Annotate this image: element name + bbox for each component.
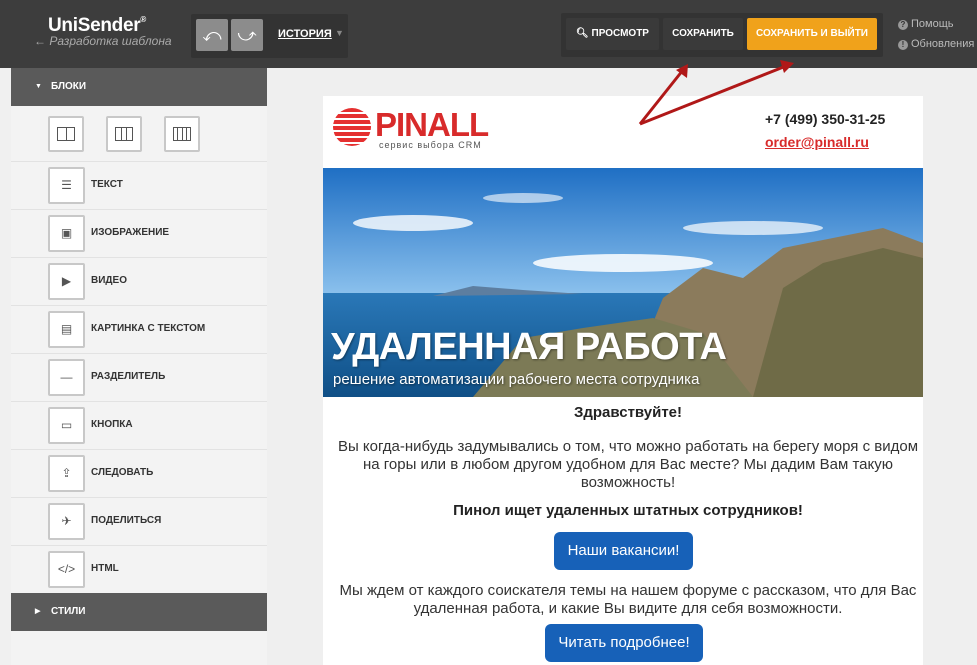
block-image[interactable]: ▣ ИЗОБРАЖЕНИЕ: [11, 210, 267, 258]
html-icon: </>: [48, 551, 85, 588]
block-label: HTML: [91, 563, 119, 574]
block-follow[interactable]: ⇪ СЛЕДОВАТЬ: [11, 450, 267, 498]
brand-tagline: сервис выбора CRM: [379, 140, 482, 150]
follow-icon: ⇪: [48, 455, 85, 492]
block-label: РАЗДЕЛИТЕЛЬ: [91, 371, 166, 382]
triangle-down-icon: ▼: [35, 83, 42, 90]
help-link[interactable]: ? Помощь: [898, 18, 954, 30]
brand-name: PINALL: [375, 106, 489, 143]
block-button[interactable]: ▭ КНОПКА: [11, 402, 267, 450]
layout-three-column[interactable]: [106, 116, 142, 152]
styles-section-header[interactable]: ▶ СТИЛИ: [11, 593, 267, 631]
vacancies-button[interactable]: Наши вакансии!: [554, 532, 693, 570]
greeting-text: Здравствуйте!: [573, 404, 683, 421]
divider-icon: —: [48, 359, 85, 396]
image-text-icon: ▤: [48, 311, 85, 348]
contact-phone: +7 (499) 350-31-25: [765, 111, 886, 127]
back-link[interactable]: ← Разработка шаблона: [34, 34, 172, 48]
forum-paragraph: Мы ждем от каждого соискателя темы на на…: [339, 582, 917, 617]
block-label: КНОПКА: [91, 419, 133, 430]
block-divider[interactable]: — РАЗДЕЛИТЕЛЬ: [11, 354, 267, 402]
layout-four-column[interactable]: [164, 116, 200, 152]
block-html[interactable]: </> HTML: [11, 546, 267, 594]
banner-title: УДАЛЕННАЯ РАБОТА: [331, 326, 727, 368]
history-group: ⤺ ⤻ ИСТОРИЯ ▼: [191, 14, 348, 58]
redo-arrow-icon: ⤻: [237, 25, 257, 45]
video-icon: ▶: [48, 263, 85, 300]
chevron-down-icon[interactable]: ▼: [335, 28, 344, 38]
block-label: ТЕКСТ: [91, 179, 123, 190]
headline-text: Пинол ищет удаленных штатных сотрудников…: [453, 502, 803, 519]
three-column-icon: [115, 127, 133, 141]
undo-arrow-icon: ⤺: [202, 25, 222, 45]
top-toolbar: UniSender® ← Разработка шаблона ⤺ ⤻ ИСТО…: [0, 0, 977, 68]
editor-canvas: PINALL сервис выбора CRM +7 (499) 350-31…: [267, 68, 977, 665]
block-label: ВИДЕО: [91, 275, 127, 286]
block-label: КАРТИНКА С ТЕКСТОМ: [91, 323, 206, 334]
triangle-right-icon: ▶: [35, 608, 41, 615]
share-icon: ✈: [48, 503, 85, 540]
blocks-sidebar: ▼ БЛОКИ ☰ ТЕКСТ ▣ ИЗОБРАЖЕНИЕ ▶ ВИДЕО ▤ К…: [11, 68, 267, 665]
block-label: СЛЕДОВАТЬ: [91, 467, 154, 478]
button-icon: ▭: [48, 407, 85, 444]
save-button[interactable]: СОХРАНИТЬ: [663, 18, 743, 50]
preview-button[interactable]: 🔍︎ ПРОСМОТР: [566, 18, 659, 50]
layout-two-column[interactable]: [48, 116, 84, 152]
block-share[interactable]: ✈ ПОДЕЛИТЬСЯ: [11, 498, 267, 546]
action-buttons: 🔍︎ ПРОСМОТР СОХРАНИТЬ СОХРАНИТЬ И ВЫЙТИ: [561, 13, 883, 57]
text-icon: ☰: [48, 167, 85, 204]
contact-email-link[interactable]: order@pinall.ru: [765, 134, 869, 150]
email-template: PINALL сервис выбора CRM +7 (499) 350-31…: [323, 96, 923, 665]
banner-subtitle: решение автоматизации рабочего места сот…: [333, 371, 700, 388]
four-column-icon: [173, 127, 191, 141]
block-text[interactable]: ☰ ТЕКСТ: [11, 162, 267, 210]
info-icon: !: [898, 40, 908, 50]
undo-button[interactable]: ⤺: [196, 19, 228, 51]
block-image-text[interactable]: ▤ КАРТИНКА С ТЕКСТОМ: [11, 306, 267, 354]
two-column-icon: [57, 127, 75, 141]
block-video[interactable]: ▶ ВИДЕО: [11, 258, 267, 306]
block-label: ИЗОБРАЖЕНИЕ: [91, 227, 170, 238]
block-label: ПОДЕЛИТЬСЯ: [91, 515, 162, 526]
question-icon: ?: [898, 20, 908, 30]
layout-blocks: [11, 106, 267, 162]
pinall-logo[interactable]: PINALL сервис выбора CRM: [333, 106, 513, 154]
banner-image[interactable]: УДАЛЕННАЯ РАБОТА решение автоматизации р…: [323, 168, 923, 397]
image-icon: ▣: [48, 215, 85, 252]
pinall-logo-mark: [333, 108, 371, 146]
save-and-exit-button[interactable]: СОХРАНИТЬ И ВЫЙТИ: [747, 18, 877, 50]
updates-link[interactable]: ! Обновления: [898, 38, 974, 50]
magnifier-icon: 🔍︎: [576, 28, 592, 39]
redo-button[interactable]: ⤻: [231, 19, 263, 51]
history-dropdown[interactable]: ИСТОРИЯ: [278, 28, 332, 40]
read-more-button[interactable]: Читать подробнее!: [545, 624, 703, 662]
intro-paragraph: Вы когда-нибудь задумывались о том, что …: [337, 438, 919, 491]
blocks-section-header[interactable]: ▼ БЛОКИ: [11, 68, 267, 106]
